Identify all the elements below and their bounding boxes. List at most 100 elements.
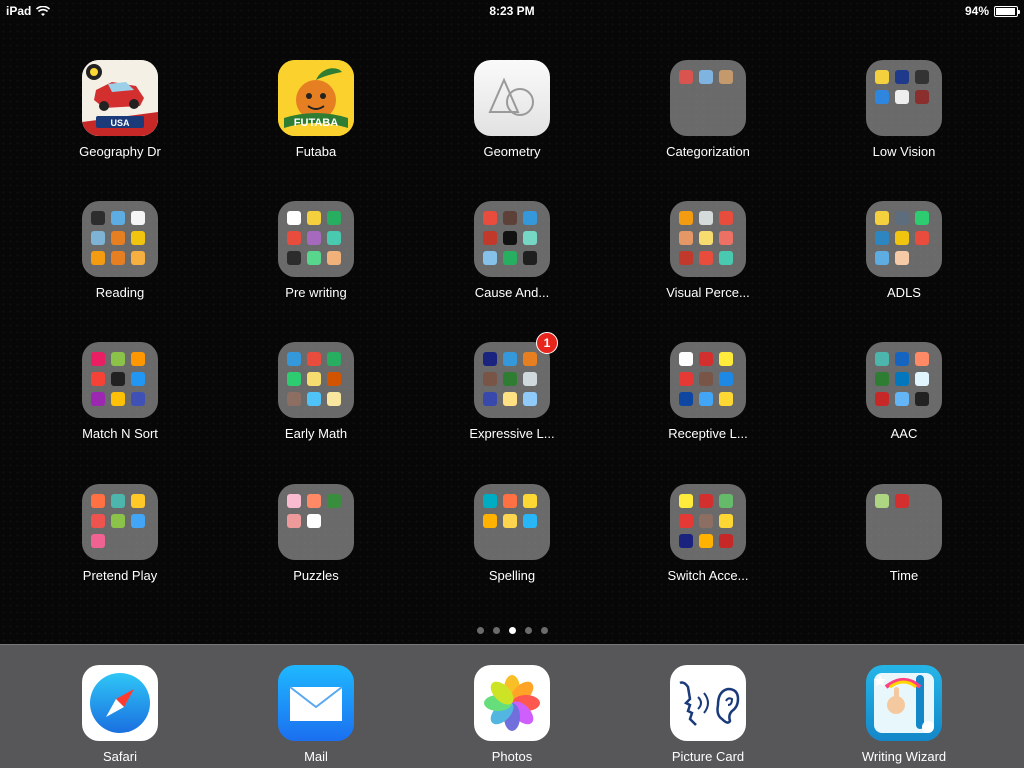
folder-expressive-language[interactable]: 1 Expressive L...: [437, 332, 587, 462]
folder-mini-app-icon: [719, 352, 733, 366]
folder-icon: [670, 60, 746, 136]
folder-mini-app-icon: [523, 514, 537, 528]
folder-mini-app-icon: [131, 494, 145, 508]
folder-mini-app-icon: [327, 251, 341, 265]
folder-mini-app-icon: [875, 494, 889, 508]
folder-adls[interactable]: ADLS: [829, 201, 979, 321]
folder-label: Spelling: [488, 568, 536, 583]
page-dot[interactable]: [524, 627, 532, 634]
folder-mini-app-icon: [915, 352, 929, 366]
folder-mini-app-icon: [307, 231, 321, 245]
folder-mini-app-icon: [719, 494, 733, 508]
folder-aac[interactable]: AAC: [829, 342, 979, 462]
folder-mini-app-icon: [679, 534, 693, 548]
folder-mini-app-icon: [523, 372, 537, 386]
folder-mini-app-icon: [699, 231, 713, 245]
folder-mini-app-icon: [915, 392, 929, 406]
folder-mini-app-icon: [503, 372, 517, 386]
svg-text:USA: USA: [110, 118, 130, 128]
folder-icon: [474, 484, 550, 560]
folder-label: Early Math: [284, 426, 348, 441]
folder-mini-app-icon: [483, 211, 497, 225]
folder-mini-app-icon: [503, 211, 517, 225]
page-dot[interactable]: [476, 627, 484, 634]
folder-label: Switch Acce...: [667, 568, 749, 583]
folder-label: ADLS: [887, 285, 921, 300]
folder-mini-app-icon: [327, 231, 341, 245]
folder-mini-app-icon: [699, 494, 713, 508]
folder-mini-app-icon: [111, 352, 125, 366]
folder-label: Reading: [95, 285, 145, 300]
folder-icon: [82, 484, 158, 560]
folder-low-vision[interactable]: Low Vision: [829, 60, 979, 180]
app-futaba[interactable]: FUTABA Futaba: [241, 60, 391, 180]
folder-icon: [474, 201, 550, 277]
mail-envelope-icon: [278, 665, 354, 741]
dock-app-safari[interactable]: Safari: [45, 665, 195, 768]
folder-pretend-play[interactable]: Pretend Play: [45, 484, 195, 604]
folder-mini-app-icon: [699, 70, 713, 84]
folder-label: Puzzles: [293, 568, 339, 583]
folder-mini-app-icon: [679, 352, 693, 366]
folder-early-math[interactable]: Early Math: [241, 342, 391, 462]
folder-visual-perception[interactable]: Visual Perce...: [633, 201, 783, 321]
folder-mini-app-icon: [287, 494, 301, 508]
folder-mini-app-icon: [307, 211, 321, 225]
folder-mini-app-icon: [875, 251, 889, 265]
folder-mini-app-icon: [719, 372, 733, 386]
safari-compass-icon: [82, 665, 158, 741]
folder-mini-app-icon: [327, 494, 341, 508]
folder-mini-app-icon: [699, 352, 713, 366]
folder-time[interactable]: Time: [829, 484, 979, 604]
folder-mini-app-icon: [91, 231, 105, 245]
folder-mini-app-icon: [91, 534, 105, 548]
folder-mini-app-icon: [287, 251, 301, 265]
app-geography-drive[interactable]: USA Geography Dr: [45, 60, 195, 180]
folder-mini-app-icon: [111, 231, 125, 245]
page-dot[interactable]: [492, 627, 500, 634]
folder-icon: [866, 201, 942, 277]
folder-receptive-language[interactable]: Receptive L...: [633, 342, 783, 462]
folder-icon: [670, 484, 746, 560]
folder-mini-app-icon: [875, 372, 889, 386]
futaba-icon: FUTABA: [278, 60, 354, 136]
folder-mini-app-icon: [483, 514, 497, 528]
app-label: Picture Card: [671, 749, 745, 764]
folder-mini-app-icon: [111, 251, 125, 265]
folder-mini-app-icon: [483, 392, 497, 406]
folder-mini-app-icon: [131, 372, 145, 386]
folder-icon: [278, 342, 354, 418]
folder-icon: [866, 484, 942, 560]
dock-app-photos[interactable]: Photos: [437, 665, 587, 768]
folder-mini-app-icon: [875, 352, 889, 366]
folder-cause-and-effect[interactable]: Cause And...: [437, 201, 587, 321]
folder-spelling[interactable]: Spelling: [437, 484, 587, 604]
dock: Safari Mail Photos Picture Card Writing …: [0, 644, 1024, 768]
folder-pre-writing[interactable]: Pre writing: [241, 201, 391, 321]
folder-switch-access[interactable]: Switch Acce...: [633, 484, 783, 604]
folder-label: Pretend Play: [82, 568, 158, 583]
folder-reading[interactable]: Reading: [45, 201, 195, 321]
dock-app-picture-card[interactable]: Picture Card: [633, 665, 783, 768]
app-geometry[interactable]: Geometry: [437, 60, 587, 180]
folder-mini-app-icon: [287, 352, 301, 366]
app-label: Safari: [103, 749, 137, 764]
folder-puzzles[interactable]: Puzzles: [241, 484, 391, 604]
folder-mini-app-icon: [719, 534, 733, 548]
folder-match-n-sort[interactable]: Match N Sort: [45, 342, 195, 462]
folder-mini-app-icon: [483, 352, 497, 366]
folder-mini-app-icon: [679, 494, 693, 508]
folder-mini-app-icon: [503, 494, 517, 508]
dock-app-writing-wizard[interactable]: Writing Wizard: [829, 665, 979, 768]
page-indicator[interactable]: [0, 627, 1024, 634]
folder-mini-app-icon: [719, 231, 733, 245]
page-dot[interactable]: [540, 627, 548, 634]
folder-categorization[interactable]: Categorization: [633, 60, 783, 180]
folder-label: AAC: [890, 426, 918, 441]
folder-mini-app-icon: [915, 231, 929, 245]
dock-app-mail[interactable]: Mail: [241, 665, 391, 768]
folder-icon: [82, 342, 158, 418]
page-dot-active[interactable]: [508, 627, 516, 634]
folder-mini-app-icon: [699, 534, 713, 548]
folder-label: Low Vision: [872, 144, 936, 159]
